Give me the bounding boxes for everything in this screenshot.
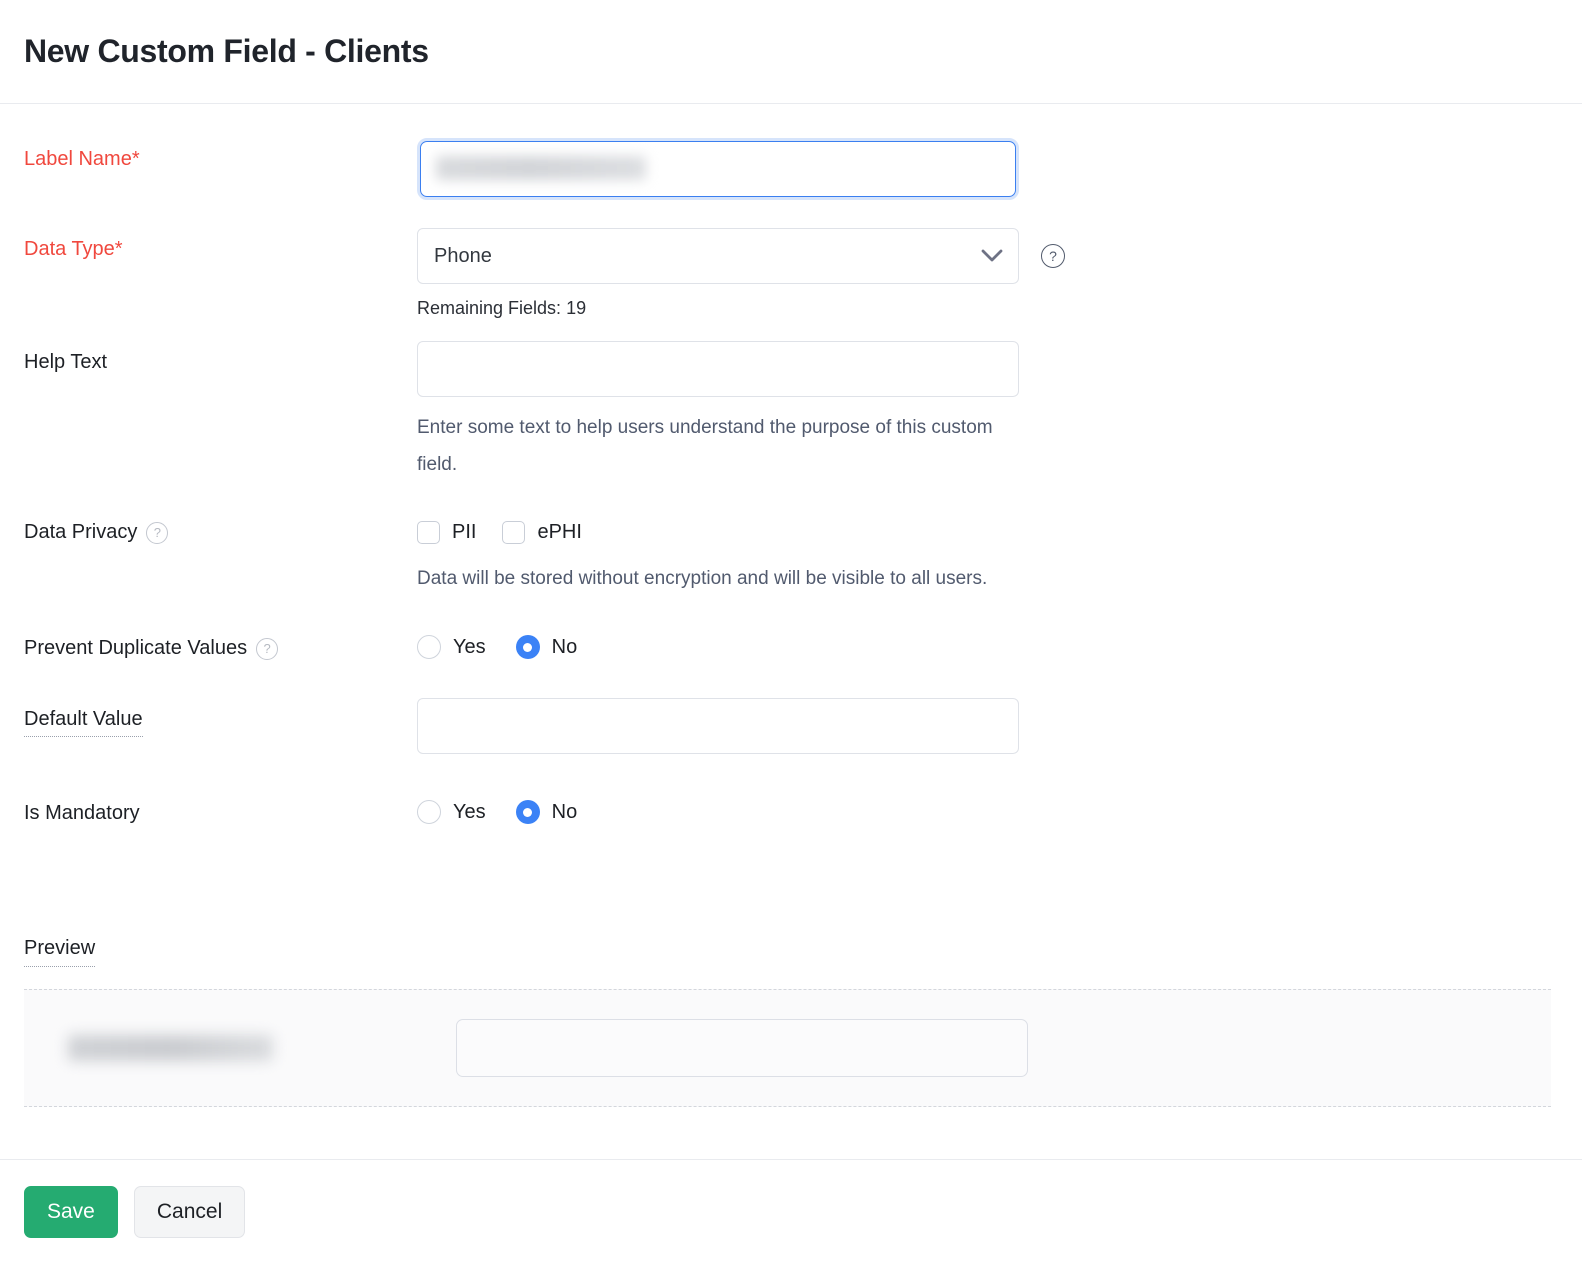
radio-prevent-duplicate-yes[interactable]: Yes	[417, 635, 486, 659]
remaining-fields-note: Remaining Fields: 19	[417, 298, 1558, 319]
label-name-focus-ring	[417, 138, 1019, 200]
checkbox-ephi-label: ePHI	[537, 521, 581, 544]
form-row-is-mandatory: Is Mandatory Yes No	[24, 792, 1558, 825]
save-button[interactable]: Save	[24, 1186, 118, 1238]
preview-field-input[interactable]	[456, 1019, 1028, 1077]
help-text-label-text: Help Text	[24, 351, 107, 374]
form-row-help-text: Help Text Enter some text to help users …	[24, 341, 1558, 483]
form-row-data-privacy: Data Privacy ? PII ePHI Data will be sto…	[24, 511, 1558, 597]
data-type-label-text: Data Type*	[24, 238, 123, 261]
preview-panel	[24, 989, 1551, 1107]
form-row-prevent-duplicate: Prevent Duplicate Values ? Yes No	[24, 627, 1558, 660]
default-value-label: Default Value	[24, 698, 417, 737]
page-header: New Custom Field - Clients	[0, 0, 1582, 104]
preview-title: Preview	[24, 937, 95, 967]
data-privacy-checkbox-group: PII ePHI	[417, 511, 1558, 544]
form-row-default-value: Default Value	[24, 698, 1558, 754]
prevent-duplicate-field-wrap: Yes No	[417, 627, 1558, 659]
radio-is-mandatory-yes-dot[interactable]	[417, 800, 441, 824]
data-privacy-label: Data Privacy ?	[24, 511, 417, 544]
checkbox-ephi-box[interactable]	[502, 521, 525, 544]
is-mandatory-label-text: Is Mandatory	[24, 802, 140, 825]
data-privacy-hint: Data will be stored without encryption a…	[417, 560, 1177, 597]
default-value-field-wrap	[417, 698, 1558, 754]
is-mandatory-field-wrap: Yes No	[417, 792, 1558, 824]
data-type-field-wrap: Phone ? Remaining Fields: 19	[417, 228, 1558, 319]
prevent-duplicate-label: Prevent Duplicate Values ?	[24, 627, 417, 660]
checkbox-ephi[interactable]: ePHI	[502, 521, 581, 544]
label-name-input[interactable]	[420, 141, 1016, 197]
data-type-label: Data Type*	[24, 228, 417, 261]
data-type-help-icon[interactable]: ?	[1041, 244, 1065, 268]
radio-is-mandatory-no-dot[interactable]	[516, 800, 540, 824]
checkbox-pii-box[interactable]	[417, 521, 440, 544]
checkbox-pii-label: PII	[452, 521, 476, 544]
checkbox-pii[interactable]: PII	[417, 521, 476, 544]
radio-prevent-duplicate-no-dot[interactable]	[516, 635, 540, 659]
help-text-field-wrap: Enter some text to help users understand…	[417, 341, 1558, 483]
radio-is-mandatory-no[interactable]: No	[516, 800, 578, 824]
data-privacy-help-icon[interactable]: ?	[146, 522, 168, 544]
radio-is-mandatory-yes[interactable]: Yes	[417, 800, 486, 824]
prevent-duplicate-radio-group: Yes No	[417, 627, 1558, 659]
is-mandatory-radio-group: Yes No	[417, 792, 1558, 824]
data-type-select-wrap: Phone	[417, 228, 1019, 284]
preview-section: Preview	[0, 937, 1582, 1107]
help-text-hint: Enter some text to help users understand…	[417, 409, 1017, 483]
form-row-data-type: Data Type* Phone ? Remaining Fields: 19	[24, 228, 1558, 319]
page-title: New Custom Field - Clients	[24, 33, 429, 70]
data-privacy-field-wrap: PII ePHI Data will be stored without enc…	[417, 511, 1558, 597]
radio-is-mandatory-yes-label: Yes	[453, 801, 486, 824]
radio-prevent-duplicate-yes-dot[interactable]	[417, 635, 441, 659]
form-row-label-name: Label Name*	[24, 138, 1558, 200]
default-value-label-text: Default Value	[24, 708, 143, 737]
data-type-select[interactable]: Phone	[417, 228, 1019, 284]
default-value-input[interactable]	[417, 698, 1019, 754]
label-name-label-text: Label Name*	[24, 148, 140, 171]
data-privacy-label-text: Data Privacy	[24, 521, 137, 544]
prevent-duplicate-label-text: Prevent Duplicate Values	[24, 637, 247, 660]
cancel-button[interactable]: Cancel	[134, 1186, 245, 1238]
preview-field-label-redacted	[68, 1035, 273, 1061]
radio-prevent-duplicate-yes-label: Yes	[453, 636, 486, 659]
form-footer: Save Cancel	[0, 1159, 1582, 1268]
label-name-label: Label Name*	[24, 138, 417, 171]
data-type-selected-value: Phone	[434, 245, 492, 268]
help-text-label: Help Text	[24, 341, 417, 374]
radio-is-mandatory-no-label: No	[552, 801, 578, 824]
label-name-field-wrap	[417, 138, 1558, 200]
radio-prevent-duplicate-no-label: No	[552, 636, 578, 659]
is-mandatory-label: Is Mandatory	[24, 792, 417, 825]
prevent-duplicate-help-icon[interactable]: ?	[256, 638, 278, 660]
help-text-input[interactable]	[417, 341, 1019, 397]
custom-field-form: Label Name* Data Type* Phone	[0, 104, 1582, 825]
radio-prevent-duplicate-no[interactable]: No	[516, 635, 578, 659]
